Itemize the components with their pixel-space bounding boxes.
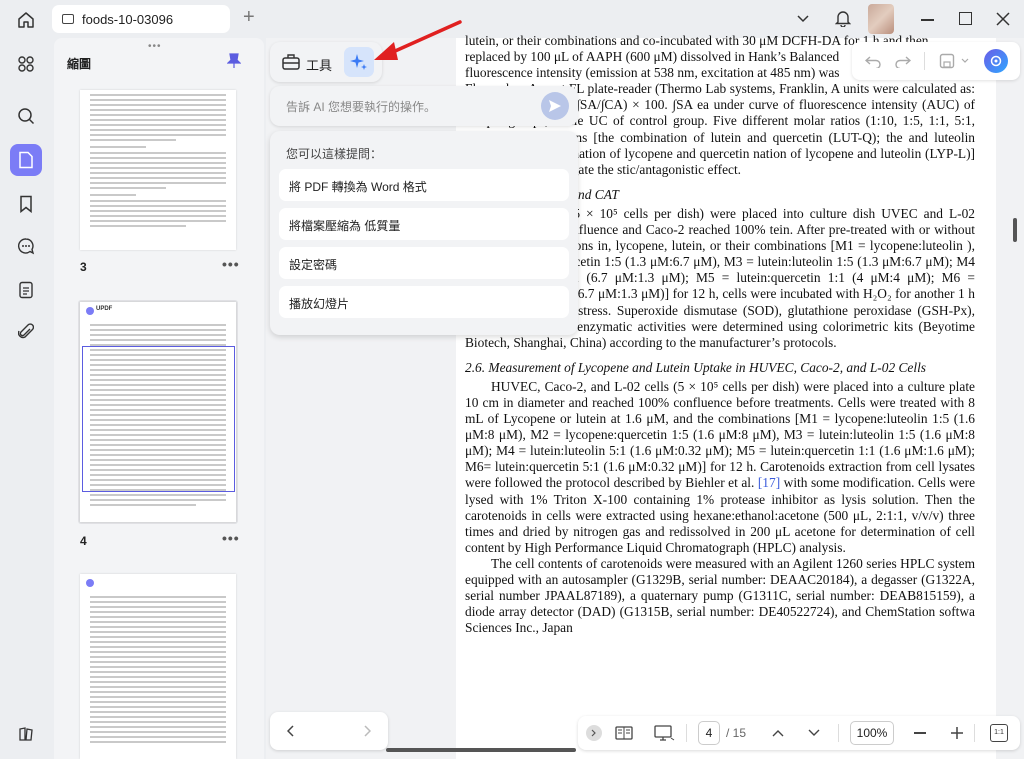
suggestion-header: 您可以這樣提問： xyxy=(286,147,383,161)
doc-paragraph: The cell contents of carotenoids were me… xyxy=(465,555,975,636)
doc-paragraph: HUVEC, Caco-2, and L-02 cells (5 × 10⁵ c… xyxy=(465,379,975,556)
edit-toolbar xyxy=(852,42,1020,80)
close-icon[interactable] xyxy=(994,10,1012,28)
grid-icon[interactable] xyxy=(10,48,42,80)
doc-text: HUVEC, Caco-2, and L-02 cells (5 × 10⁵ c… xyxy=(465,378,975,491)
thumb-logo: UPDF xyxy=(96,306,113,312)
save-icon[interactable] xyxy=(936,51,958,71)
chevron-left-icon[interactable] xyxy=(282,722,300,740)
divider xyxy=(686,724,687,742)
page-number-4: 4 xyxy=(80,534,87,548)
arrow-annotation xyxy=(374,20,462,60)
fit-to-actual-button[interactable]: 1:1 xyxy=(990,724,1008,742)
home-icon[interactable] xyxy=(14,8,38,32)
page-nav-buttons xyxy=(270,712,388,750)
chevron-down-icon[interactable] xyxy=(806,725,822,741)
undo-icon[interactable] xyxy=(864,52,882,70)
page-number-3: 3 xyxy=(80,260,87,274)
horizontal-scrollbar[interactable] xyxy=(386,748,576,752)
new-tab-button[interactable]: + xyxy=(243,6,255,29)
tools-label[interactable]: 工具 xyxy=(306,55,332,74)
doc-heading: 2.6. Measurement of Lycopene and Lutein … xyxy=(465,359,927,375)
redo-icon[interactable] xyxy=(894,52,912,70)
page-number-input[interactable]: 4 xyxy=(698,721,720,745)
suggestion-item[interactable]: 將檔案壓縮為 低質量 xyxy=(279,208,569,240)
chevron-right-icon[interactable] xyxy=(358,722,376,740)
suggestion-item[interactable]: 將 PDF 轉換為 Word 格式 xyxy=(279,169,569,201)
chevron-down-icon[interactable] xyxy=(794,10,812,28)
divider xyxy=(924,52,925,70)
document-tab[interactable]: foods-10-03096 xyxy=(52,5,230,33)
toolbox-icon[interactable] xyxy=(280,52,302,72)
divider xyxy=(974,724,975,742)
page-layout-icon[interactable] xyxy=(614,724,634,742)
page-thumbnail-3[interactable] xyxy=(80,90,236,250)
bell-icon[interactable] xyxy=(833,8,853,28)
page-bar: 4 / 15 100% 1:1 xyxy=(578,716,1020,750)
panel-drag-handle[interactable]: ••• xyxy=(148,41,162,52)
document-list-icon[interactable] xyxy=(10,274,42,306)
divider xyxy=(838,724,839,742)
suggestion-item[interactable]: 設定密碼 xyxy=(279,247,569,279)
thumbnail-panel: ••• 縮圖 3 ••• UPDF 4 ••• xyxy=(54,38,264,759)
thumbnail-page-icon[interactable] xyxy=(10,144,42,176)
chevron-up-icon[interactable] xyxy=(770,725,786,741)
chevron-down-icon[interactable] xyxy=(960,56,970,66)
pin-icon[interactable] xyxy=(225,52,243,70)
avatar[interactable] xyxy=(868,4,894,34)
ai-prompt-input[interactable]: 告訴 AI 您想要執行的操作。 xyxy=(270,86,578,126)
zoom-out-icon[interactable] xyxy=(914,732,926,734)
vertical-scrollbar[interactable] xyxy=(1013,218,1017,242)
document-tab-title: foods-10-03096 xyxy=(82,11,174,27)
ai-assistant-icon[interactable] xyxy=(984,49,1008,73)
send-button[interactable] xyxy=(541,92,569,120)
suggestion-item[interactable]: 播放幻燈片 xyxy=(279,286,569,318)
panel-title: 縮圖 xyxy=(67,57,92,71)
page-thumbnail-4[interactable]: UPDF xyxy=(80,302,236,522)
zoom-in-icon[interactable] xyxy=(950,726,964,740)
viewport-indicator[interactable] xyxy=(82,346,235,492)
ai-toolbar: 工具 xyxy=(270,42,382,82)
document-tab-icon xyxy=(62,14,74,24)
search-icon[interactable] xyxy=(10,100,42,132)
page-4-more-button[interactable]: ••• xyxy=(222,530,240,546)
citation-link[interactable]: [17] xyxy=(758,475,780,490)
page-3-more-button[interactable]: ••• xyxy=(222,256,240,272)
attachment-icon[interactable] xyxy=(10,316,42,348)
zoom-level[interactable]: 100% xyxy=(850,721,894,745)
layers-icon[interactable] xyxy=(10,718,42,750)
page-total: / 15 xyxy=(726,726,747,740)
page-thumbnail-5[interactable] xyxy=(80,574,236,759)
maximize-icon[interactable] xyxy=(959,12,972,25)
presentation-icon[interactable] xyxy=(652,724,676,742)
comment-icon[interactable] xyxy=(10,230,42,262)
minimize-icon[interactable] xyxy=(921,19,934,21)
bookmark-icon[interactable] xyxy=(10,188,42,220)
suggestion-panel: 您可以這樣提問： 將 PDF 轉換為 Word 格式 將檔案壓縮為 低質量 設定… xyxy=(270,131,578,335)
collapse-icon[interactable] xyxy=(586,725,602,741)
left-toolbar xyxy=(0,38,52,759)
